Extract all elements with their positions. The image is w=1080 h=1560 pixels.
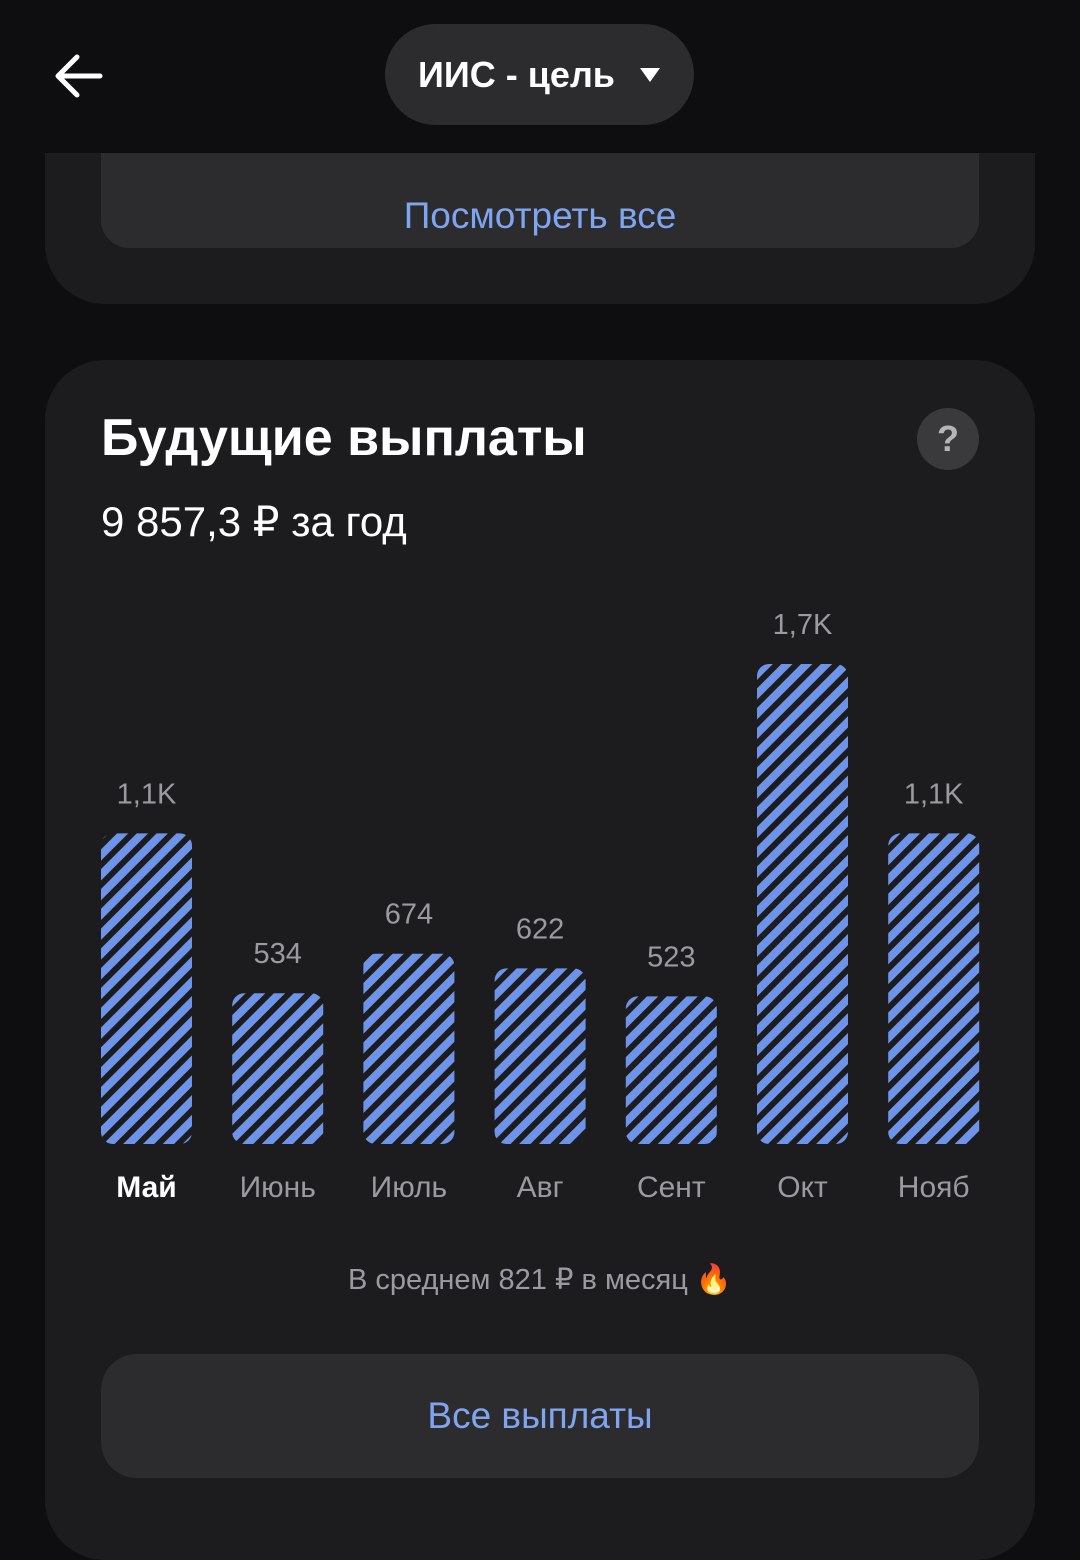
bar-1[interactable] [232, 993, 324, 1144]
month-label[interactable]: Май [116, 1171, 176, 1204]
bar-0[interactable] [101, 833, 192, 1144]
month-label[interactable]: Июль [371, 1171, 448, 1204]
bar-6[interactable] [888, 833, 980, 1144]
bar-2[interactable] [363, 953, 455, 1144]
payouts-chart: 1,1K Май 534 Июнь 674 Июль 622 Авг 523 Сент 1,7K Ок… [101, 609, 980, 1204]
all-payouts-button[interactable]: Все выплаты [101, 1354, 979, 1478]
average-note: В среднем 821 ₽ в месяц 🔥 [347, 1264, 733, 1296]
bar-value-label: 674 [385, 899, 433, 931]
bar-value-label: 1,7K [773, 609, 833, 641]
month-label[interactable]: Нояб [898, 1171, 970, 1204]
bar-5[interactable] [757, 664, 848, 1144]
bar-value-label: 534 [254, 938, 302, 970]
month-label[interactable]: Июнь [240, 1171, 316, 1204]
month-label[interactable]: Авг [517, 1171, 564, 1204]
month-label[interactable]: Сент [637, 1171, 706, 1204]
bar-4[interactable] [625, 996, 717, 1144]
bar-value-label: 523 [647, 941, 695, 973]
bar-3[interactable] [494, 968, 586, 1144]
bar-value-label: 1,1K [117, 778, 177, 810]
bar-value-label: 1,1K [904, 778, 964, 810]
month-label[interactable]: Окт [777, 1171, 828, 1204]
bar-value-label: 622 [516, 913, 564, 945]
